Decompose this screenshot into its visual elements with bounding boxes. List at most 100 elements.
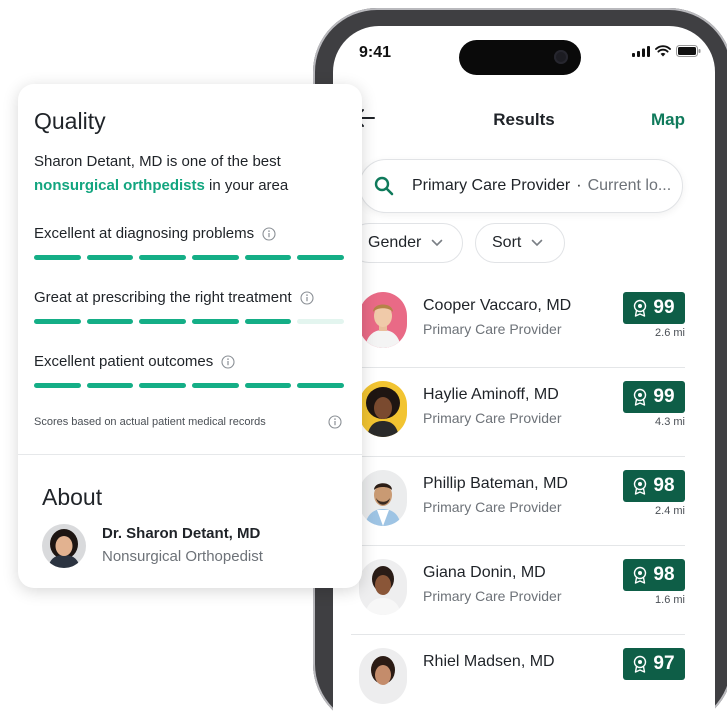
scores-footnote: Scores based on actual patient medical r… bbox=[34, 416, 266, 428]
bar-segment-filled bbox=[244, 319, 292, 324]
doctor-specialty: Primary Care Provider bbox=[423, 321, 562, 337]
distance-label: 4.3 mi bbox=[655, 416, 685, 428]
bar-segment-filled bbox=[192, 383, 239, 388]
distance-label: 2.4 mi bbox=[655, 505, 685, 517]
bar-segment-filled bbox=[34, 319, 81, 324]
info-icon[interactable] bbox=[221, 354, 235, 369]
avatar bbox=[359, 381, 407, 437]
chevron-down-icon bbox=[432, 239, 443, 247]
avatar bbox=[359, 292, 407, 348]
doctor-name: Phillip Bateman, MD bbox=[423, 475, 568, 492]
score-bar bbox=[34, 383, 345, 388]
doctor-name: Rhiel Madsen, MD bbox=[423, 653, 555, 670]
bar-segment-filled bbox=[244, 383, 292, 388]
sort-filter-label: Sort bbox=[492, 234, 522, 251]
quality-title: Quality bbox=[34, 108, 106, 134]
score-value: 99 bbox=[653, 386, 675, 407]
award-ribbon-icon bbox=[634, 655, 647, 673]
award-ribbon-icon bbox=[634, 566, 647, 584]
metric-label: Excellent patient outcomes bbox=[34, 353, 214, 370]
bar-segment-filled bbox=[192, 319, 239, 324]
distance-label: 1.6 mi bbox=[655, 594, 685, 606]
gender-filter-button[interactable]: Gender bbox=[349, 223, 463, 263]
bar-segment-filled bbox=[244, 255, 292, 260]
specialty-link[interactable]: nonsurgical orthpedists bbox=[34, 177, 205, 194]
search-separator: · bbox=[576, 177, 582, 194]
doctor-specialty: Nonsurgical Orthopedist bbox=[102, 548, 263, 565]
result-row[interactable]: Haylie Aminoff, MD Primary Care Provider… bbox=[351, 368, 685, 457]
quality-metric: Excellent patient outcomes bbox=[34, 353, 345, 388]
score-bar bbox=[34, 255, 345, 260]
status-icons bbox=[632, 45, 701, 57]
bar-segment-filled bbox=[34, 383, 81, 388]
chevron-down-icon bbox=[532, 239, 543, 247]
score-value: 98 bbox=[653, 475, 675, 496]
doctor-name: Haylie Aminoff, MD bbox=[423, 386, 559, 403]
score-value: 99 bbox=[653, 297, 675, 318]
award-ribbon-icon bbox=[634, 299, 647, 317]
bar-segment-empty bbox=[297, 319, 345, 324]
result-row[interactable]: Cooper Vaccaro, MD Primary Care Provider… bbox=[351, 279, 685, 368]
phone-frame: 9:41 Results Map Primary Care Provider ·… bbox=[313, 8, 727, 728]
score-badge: 99 bbox=[623, 292, 685, 324]
score-badge: 98 bbox=[623, 559, 685, 591]
doctor-name: Giana Donin, MD bbox=[423, 564, 546, 581]
info-icon[interactable] bbox=[328, 415, 342, 429]
map-button[interactable]: Map bbox=[651, 110, 685, 130]
doctor-specialty: Primary Care Provider bbox=[423, 499, 562, 515]
status-bar: 9:41 bbox=[333, 26, 715, 78]
doctor-name: Cooper Vaccaro, MD bbox=[423, 297, 572, 314]
search-bar[interactable]: Primary Care Provider · Current lo... bbox=[359, 159, 683, 213]
quality-card: Quality Sharon Detant, MD is one of the … bbox=[18, 84, 362, 588]
camera-icon bbox=[554, 50, 568, 64]
metric-label: Excellent at diagnosing problems bbox=[34, 225, 255, 242]
bar-segment-filled bbox=[86, 255, 134, 260]
award-ribbon-icon bbox=[634, 388, 647, 406]
score-badge: 98 bbox=[623, 470, 685, 502]
score-value: 98 bbox=[653, 564, 675, 585]
sort-filter-button[interactable]: Sort bbox=[475, 223, 565, 263]
result-row[interactable]: Giana Donin, MD Primary Care Provider 98… bbox=[351, 546, 685, 635]
doctor-specialty: Primary Care Provider bbox=[423, 588, 562, 604]
bar-segment-filled bbox=[34, 255, 81, 260]
quality-description: Sharon Detant, MD is one of the best non… bbox=[34, 150, 334, 198]
avatar bbox=[359, 470, 407, 526]
result-row[interactable]: Phillip Bateman, MD Primary Care Provide… bbox=[351, 457, 685, 546]
search-location: Current lo... bbox=[587, 177, 672, 194]
score-badge: 97 bbox=[623, 648, 685, 680]
score-bar bbox=[34, 319, 345, 324]
dynamic-island bbox=[459, 40, 581, 75]
bar-segment-filled bbox=[297, 255, 345, 260]
search-icon bbox=[374, 176, 394, 196]
search-input[interactable]: Primary Care Provider · Current lo... bbox=[412, 177, 671, 195]
status-time: 9:41 bbox=[359, 44, 392, 61]
score-value: 97 bbox=[653, 653, 675, 674]
about-title: About bbox=[42, 484, 103, 510]
bar-segment-filled bbox=[139, 383, 187, 388]
avatar bbox=[359, 559, 407, 615]
quality-metric: Excellent at diagnosing problems bbox=[34, 225, 345, 260]
doctor-specialty: Primary Care Provider bbox=[423, 410, 562, 426]
avatar bbox=[42, 524, 86, 568]
bar-segment-filled bbox=[86, 383, 134, 388]
battery-icon bbox=[676, 45, 701, 57]
distance-label: 2.6 mi bbox=[655, 327, 685, 339]
quality-metric: Great at prescribing the right treatment bbox=[34, 289, 345, 324]
card-divider bbox=[18, 454, 362, 455]
cellular-signal-icon bbox=[632, 45, 650, 57]
result-row[interactable]: Rhiel Madsen, MD 97 bbox=[351, 635, 685, 724]
bar-segment-filled bbox=[139, 255, 187, 260]
avatar bbox=[359, 648, 407, 704]
score-badge: 99 bbox=[623, 381, 685, 413]
doctor-name: Dr. Sharon Detant, MD bbox=[102, 525, 261, 542]
bar-segment-filled bbox=[192, 255, 239, 260]
metric-label: Great at prescribing the right treatment bbox=[34, 289, 292, 306]
description-text-end: in your area bbox=[204, 177, 289, 194]
bar-segment-filled bbox=[86, 319, 134, 324]
bar-segment-filled bbox=[297, 383, 345, 388]
bar-segment-filled bbox=[139, 319, 187, 324]
phone-screen: 9:41 Results Map Primary Care Provider ·… bbox=[333, 26, 715, 728]
info-icon[interactable] bbox=[300, 290, 314, 305]
info-icon[interactable] bbox=[262, 226, 276, 241]
description-text: Sharon Detant, MD is one of the best bbox=[34, 153, 281, 170]
